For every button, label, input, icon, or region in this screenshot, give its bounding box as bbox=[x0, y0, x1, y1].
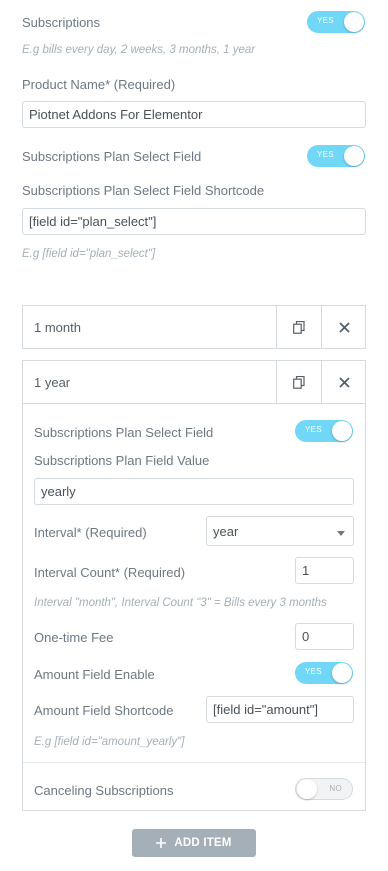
plan-select-field-toggle[interactable]: YES bbox=[307, 145, 365, 167]
amount-field-shortcode-input[interactable]: [field id="amount"] bbox=[206, 696, 354, 723]
plan-select-shortcode-hint: E.g [field id="plan_select"] bbox=[22, 248, 156, 260]
copy-icon bbox=[293, 320, 305, 334]
duplicate-button[interactable] bbox=[276, 306, 321, 348]
plan-field-value-input[interactable]: yearly bbox=[34, 478, 354, 505]
amount-field-shortcode-label: Amount Field Shortcode bbox=[34, 703, 174, 718]
one-time-fee-input[interactable]: 0 bbox=[295, 623, 354, 650]
toggle-state-text: YES bbox=[305, 425, 322, 434]
canceling-subscriptions-toggle[interactable]: NO bbox=[295, 778, 353, 800]
interval-label: Interval* (Required) bbox=[34, 525, 147, 540]
plan-select-field-label: Subscriptions Plan Select Field bbox=[22, 149, 202, 164]
subscriptions-hint: E.g bills every day, 2 weeks, 3 months, … bbox=[22, 44, 256, 56]
amount-field-hint: E.g [field id="amount_yearly"] bbox=[34, 736, 185, 748]
plus-icon bbox=[156, 838, 167, 848]
repeater-item-1month[interactable]: 1 month bbox=[22, 305, 366, 349]
toggle-state-text: YES bbox=[317, 150, 334, 159]
remove-button[interactable] bbox=[321, 306, 366, 348]
item-plan-select-field-label: Subscriptions Plan Select Field bbox=[34, 425, 214, 440]
amount-field-enable-label: Amount Field Enable bbox=[34, 667, 155, 682]
interval-hint: Interval "month", Interval Count "3" = B… bbox=[34, 597, 327, 609]
plan-field-value-label: Subscriptions Plan Field Value bbox=[34, 453, 210, 468]
repeater-item-1year[interactable]: 1 year bbox=[22, 360, 366, 404]
product-name-input[interactable]: Piotnet Addons For Elementor bbox=[22, 101, 366, 128]
item-plan-select-field-toggle[interactable]: YES bbox=[295, 420, 353, 442]
interval-count-label: Interval Count* (Required) bbox=[34, 565, 186, 580]
amount-field-enable-toggle[interactable]: YES bbox=[295, 662, 353, 684]
toggle-knob bbox=[344, 146, 364, 166]
chevron-down-icon bbox=[337, 531, 345, 536]
toggle-knob bbox=[344, 12, 364, 32]
toggle-knob bbox=[332, 663, 352, 683]
add-item-button[interactable]: ADD ITEM bbox=[132, 829, 256, 857]
plan-select-shortcode-input[interactable]: [field id="plan_select"] bbox=[22, 208, 366, 235]
product-name-label: Product Name* (Required) bbox=[22, 77, 176, 92]
interval-select[interactable]: year bbox=[206, 516, 354, 546]
duplicate-button[interactable] bbox=[276, 361, 321, 403]
toggle-knob bbox=[297, 779, 317, 799]
toggle-knob bbox=[332, 421, 352, 441]
canceling-subscriptions-label: Canceling Subscriptions bbox=[34, 783, 174, 798]
plan-select-shortcode-label: Subscriptions Plan Select Field Shortcod… bbox=[22, 183, 265, 198]
subscriptions-label: Subscriptions bbox=[22, 15, 101, 30]
one-time-fee-label: One-time Fee bbox=[34, 630, 114, 645]
repeater-item-title: 1 month bbox=[34, 320, 81, 335]
copy-icon bbox=[293, 375, 305, 389]
interval-count-input[interactable]: 1 bbox=[295, 557, 354, 584]
close-icon bbox=[338, 376, 350, 388]
close-icon bbox=[338, 321, 350, 333]
section-divider bbox=[23, 762, 365, 763]
toggle-state-text: YES bbox=[317, 16, 334, 25]
subscriptions-toggle[interactable]: YES bbox=[307, 11, 365, 33]
toggle-state-text: YES bbox=[305, 667, 322, 676]
repeater-item-title: 1 year bbox=[34, 375, 71, 390]
remove-button[interactable] bbox=[321, 361, 366, 403]
add-item-label: ADD ITEM bbox=[174, 837, 232, 849]
interval-select-value: year bbox=[213, 523, 239, 539]
toggle-state-text: NO bbox=[329, 784, 342, 793]
